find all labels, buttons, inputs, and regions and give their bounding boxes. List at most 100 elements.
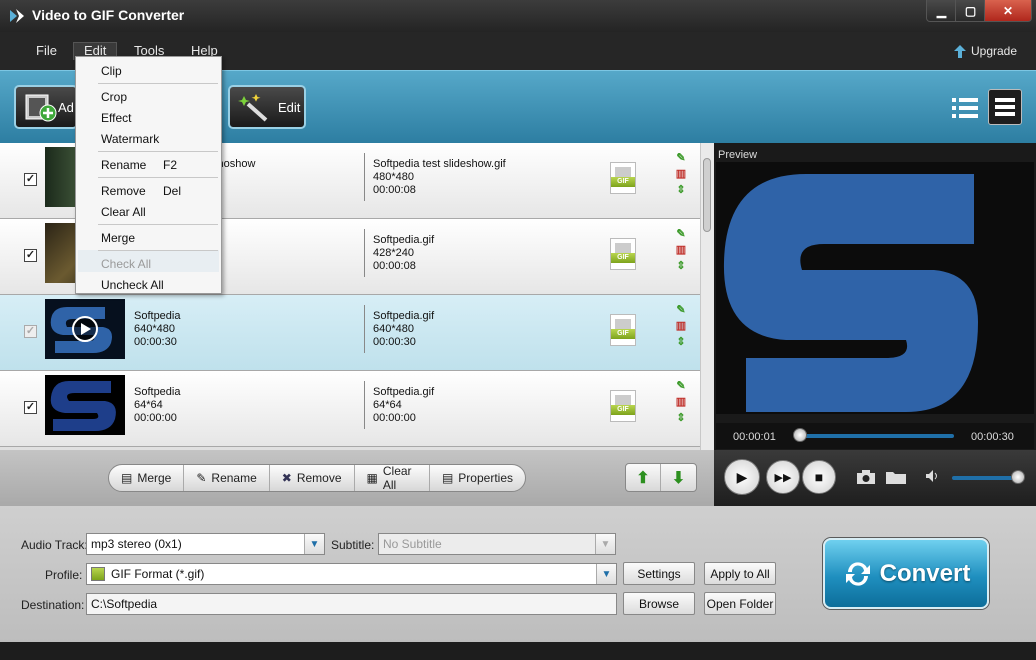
menu-item-check-all: Check All — [101, 257, 152, 271]
move-arrows-icon[interactable]: ⇕ — [675, 184, 687, 196]
list-button-group: ▤ Merge ✎ Rename ✖ Remove ▦ Clear All ▤ Prope… — [108, 464, 526, 492]
volume-icon[interactable] — [925, 469, 941, 483]
menu-item-clear-all[interactable]: Clear All — [101, 205, 146, 219]
add-file-button[interactable]: Ad — [14, 85, 78, 129]
gif-format-icon[interactable]: GIF — [610, 238, 636, 270]
menu-item-remove[interactable]: Remove — [101, 184, 146, 198]
output-name: Softpedia.gif — [373, 310, 435, 322]
source-resolution: 64*64 — [134, 399, 163, 411]
seek-handle[interactable] — [793, 428, 807, 442]
source-name: Softpedia — [134, 310, 181, 322]
upgrade-link[interactable]: Upgrade — [954, 44, 1017, 58]
volume-handle[interactable] — [1011, 470, 1025, 484]
end-time: 00:00:30 — [971, 431, 1014, 443]
maximize-button[interactable]: ▢ — [955, 0, 986, 22]
convert-button[interactable]: Convert — [823, 538, 989, 609]
output-duration: 00:00:08 — [373, 184, 416, 196]
file-thumbnail — [45, 299, 125, 359]
add-file-label: Ad — [58, 99, 74, 115]
fast-forward-button[interactable]: ▶▶ — [766, 460, 800, 494]
rename-button[interactable]: ✎ Rename — [184, 465, 270, 491]
source-duration: 00:00:00 — [134, 412, 177, 424]
snapshot-camera-icon[interactable] — [856, 469, 876, 485]
edit-button[interactable]: Edit — [228, 85, 306, 129]
volume-slider[interactable] — [952, 476, 1020, 480]
audio-track-value: mp3 stereo (0x1) — [91, 537, 182, 551]
output-duration: 00:00:30 — [373, 336, 416, 348]
menu-item-effect[interactable]: Effect — [101, 111, 131, 125]
move-arrows-icon[interactable]: ⇕ — [675, 412, 687, 424]
file-checkbox[interactable]: ✓ — [24, 401, 37, 414]
subtitle-label: Subtitle: — [331, 538, 375, 552]
trash-icon[interactable]: ▥ — [675, 244, 687, 256]
trash-icon[interactable]: ▥ — [675, 168, 687, 180]
output-info: Softpedia.gif 428*240 00:00:08 — [373, 234, 434, 273]
wrench-icon[interactable]: ✎ — [675, 304, 687, 316]
destination-input[interactable]: C:\Softpedia — [86, 593, 617, 615]
wrench-icon[interactable]: ✎ — [675, 152, 687, 164]
row-divider — [364, 305, 365, 353]
file-row-selected[interactable]: ✓ Softpedia 640*480 00:00:30 Softpedia.g… — [0, 295, 700, 371]
properties-button[interactable]: ▤ Properties — [430, 465, 525, 491]
wrench-icon[interactable]: ✎ — [675, 380, 687, 392]
menu-item-watermark[interactable]: Watermark — [101, 132, 159, 146]
minimize-button[interactable]: ▁ — [926, 0, 957, 22]
wrench-icon[interactable]: ✎ — [675, 228, 687, 240]
stop-button[interactable]: ■ — [802, 460, 836, 494]
output-resolution: 428*240 — [373, 247, 414, 259]
reorder-buttons: ⬆ ⬇ — [625, 463, 697, 492]
move-down-button[interactable]: ⬇ — [661, 464, 696, 491]
row-divider — [364, 153, 365, 201]
remove-button[interactable]: ✖ Remove — [270, 465, 355, 491]
file-checkbox[interactable]: ✓ — [24, 249, 37, 262]
menu-item-clip[interactable]: Clip — [101, 64, 122, 78]
app-window: Video to GIF Converter ▁ ▢ ✕ File Edit T… — [0, 0, 1036, 660]
pencil-icon: ✎ — [196, 471, 207, 485]
seek-bar[interactable] — [800, 434, 954, 438]
source-name: Softpedia — [134, 386, 181, 398]
play-button[interactable]: ▶ — [724, 459, 760, 495]
trash-icon[interactable]: ▥ — [675, 320, 687, 332]
output-duration: 00:00:00 — [373, 412, 416, 424]
arrow-down-icon: ⬇ — [671, 469, 686, 487]
merge-button[interactable]: ▤ Merge — [109, 465, 185, 491]
move-arrows-icon[interactable]: ⇕ — [675, 260, 687, 272]
close-button[interactable]: ✕ — [984, 0, 1032, 22]
list-scroll-thumb[interactable] — [703, 158, 711, 232]
audio-track-select[interactable]: mp3 stereo (0x1) ▼ — [86, 533, 325, 555]
file-checkbox[interactable]: ✓ — [24, 325, 37, 338]
open-folder-button[interactable]: Open Folder — [704, 592, 776, 615]
menu-item-merge[interactable]: Merge — [101, 231, 135, 245]
settings-button[interactable]: Settings — [623, 562, 695, 585]
menu-item-crop[interactable]: Crop — [101, 90, 127, 104]
trash-icon[interactable]: ▥ — [675, 396, 687, 408]
row-divider — [364, 229, 365, 277]
move-up-button[interactable]: ⬆ — [626, 464, 661, 491]
menu-file[interactable]: File — [36, 43, 57, 58]
profile-select[interactable]: GIF Format (*.gif) ▼ — [86, 563, 617, 585]
browse-button[interactable]: Browse — [623, 592, 695, 615]
menu-separator — [98, 83, 218, 84]
file-checkbox[interactable]: ✓ — [24, 173, 37, 186]
open-folder-icon[interactable] — [885, 469, 907, 485]
clear-all-button[interactable]: ▦ Clear All — [355, 464, 430, 492]
window-title: Video to GIF Converter — [32, 7, 185, 23]
list-view-icon[interactable] — [950, 93, 980, 123]
file-row[interactable]: ✓ Softpedia 64*64 00:00:00 Softpedia.gif… — [0, 371, 700, 447]
remove-label: Remove — [296, 471, 342, 485]
gif-format-icon[interactable]: GIF — [610, 390, 636, 422]
menu-shortcut-rename: F2 — [163, 158, 178, 172]
play-icon: ▶ — [736, 468, 748, 485]
audio-track-label: Audio Track: — [21, 538, 88, 552]
detail-view-icon — [995, 98, 1015, 116]
subtitle-value: No Subtitle — [383, 537, 442, 551]
gif-format-icon[interactable]: GIF — [610, 162, 636, 194]
menu-item-uncheck-all[interactable]: Uncheck All — [101, 278, 164, 292]
apply-to-all-button[interactable]: Apply to All — [704, 562, 776, 585]
properties-icon: ▤ — [441, 471, 454, 485]
detail-view-button[interactable] — [988, 89, 1022, 125]
gif-format-icon[interactable]: GIF — [610, 314, 636, 346]
move-arrows-icon[interactable]: ⇕ — [675, 336, 687, 348]
menu-item-rename[interactable]: Rename — [101, 158, 146, 172]
app-logo-icon — [10, 9, 24, 23]
